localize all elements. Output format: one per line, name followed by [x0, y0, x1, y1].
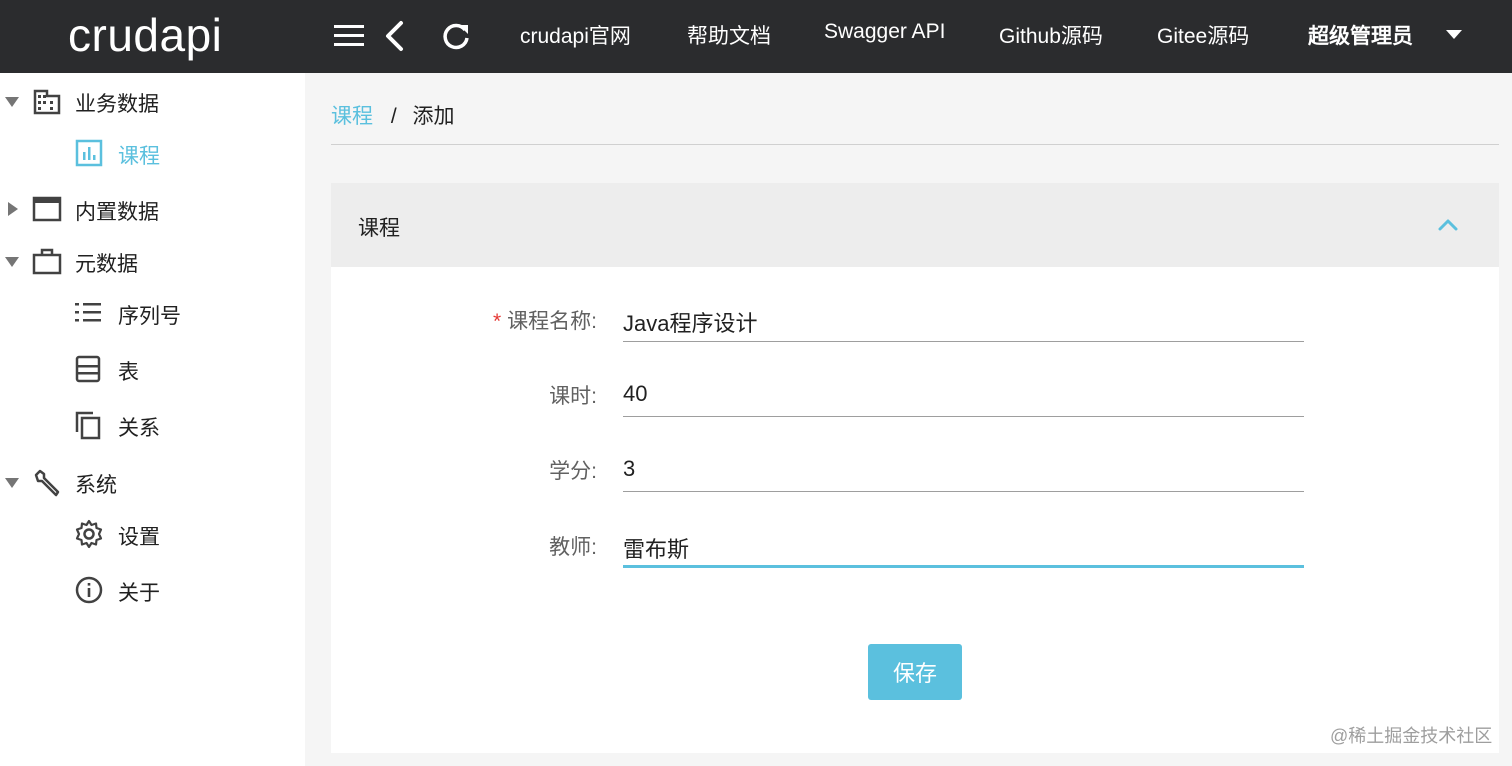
caret-down-icon[interactable]: [1446, 30, 1462, 39]
copy-icon: [74, 410, 104, 440]
sidebar-item-settings[interactable]: 设置: [0, 512, 305, 556]
sidebar-item-label: 关系: [118, 417, 160, 440]
teacher-label: 教师:: [549, 536, 597, 559]
expand-arrow-icon[interactable]: [8, 202, 18, 216]
sidebar-item-label: 序列号: [118, 305, 181, 328]
course-name-value: Java程序设计: [623, 311, 758, 336]
sidebar-group-label: 业务数据: [75, 93, 159, 116]
save-button[interactable]: 保存: [868, 644, 962, 700]
breadcrumb-link-course[interactable]: 课程: [331, 105, 373, 128]
sidebar-group-business-data[interactable]: 业务数据: [0, 79, 305, 123]
sidebar-group-system[interactable]: 系统: [0, 460, 305, 504]
sidebar-group-builtin-data[interactable]: 内置数据: [0, 187, 305, 231]
gear-icon: [74, 519, 104, 549]
hours-input[interactable]: 40: [623, 373, 1304, 417]
sidebar: 业务数据 课程 内置数据 元数据 序列号 表 关系 系统 设置 关于: [0, 73, 305, 766]
briefcase-icon: [32, 246, 62, 276]
credits-label: 学分:: [549, 460, 597, 483]
window-icon: [32, 194, 62, 224]
divider: [331, 144, 1499, 145]
user-menu[interactable]: 超级管理员: [1308, 20, 1413, 50]
breadcrumb-separator: /: [390, 105, 397, 128]
back-icon[interactable]: [372, 14, 416, 58]
sidebar-item-label: 表: [118, 361, 139, 384]
breadcrumb-current: 添加: [412, 105, 455, 128]
form-panel: 课程 * 课程名称: Java程序设计 课时: 40 学分: 3 教师: 雷布斯 …: [331, 183, 1499, 753]
hours-label: 课时:: [549, 385, 597, 408]
table-icon: [74, 354, 104, 384]
chart-icon: [74, 138, 104, 168]
sidebar-item-table[interactable]: 表: [0, 347, 305, 391]
nav-link-swagger[interactable]: Swagger API: [824, 20, 945, 44]
wrench-icon: [32, 467, 62, 497]
list-icon: [74, 298, 104, 328]
credits-value: 3: [623, 456, 636, 481]
watermark: @稀土掘金技术社区: [1330, 726, 1493, 746]
nav-link-github[interactable]: Github源码: [999, 20, 1103, 50]
sidebar-item-label: 关于: [118, 582, 160, 605]
course-name-label: * 课程名称:: [492, 310, 597, 333]
teacher-value: 雷布斯: [623, 537, 690, 562]
sidebar-item-sequence[interactable]: 序列号: [0, 291, 305, 335]
nav-link-docs[interactable]: 帮助文档: [687, 20, 771, 50]
panel-title: 课程: [358, 217, 400, 240]
app-logo[interactable]: crudapi: [68, 8, 222, 62]
required-marker: *: [492, 310, 502, 333]
expand-arrow-icon[interactable]: [5, 97, 19, 107]
top-header: crudapi crudapi官网 帮助文档 Swagger API Githu…: [0, 0, 1512, 73]
sidebar-item-relation[interactable]: 关系: [0, 403, 305, 447]
breadcrumb: 课程 / 添加: [331, 100, 455, 130]
nav-link-official-site[interactable]: crudapi官网: [520, 20, 631, 50]
info-icon: [74, 575, 104, 605]
menu-icon[interactable]: [328, 14, 372, 58]
course-name-input[interactable]: Java程序设计: [623, 298, 1304, 342]
sidebar-item-label: 设置: [118, 526, 160, 549]
building-icon: [32, 86, 62, 116]
expand-arrow-icon[interactable]: [5, 478, 19, 488]
teacher-input[interactable]: 雷布斯: [623, 524, 1304, 568]
credits-input[interactable]: 3: [623, 448, 1304, 492]
sidebar-group-metadata[interactable]: 元数据: [0, 239, 305, 283]
refresh-icon[interactable]: [434, 14, 478, 58]
sidebar-group-label: 内置数据: [75, 201, 159, 224]
panel-header[interactable]: 课程: [331, 183, 1499, 267]
chevron-up-icon[interactable]: [1435, 213, 1461, 237]
expand-arrow-icon[interactable]: [5, 257, 19, 267]
sidebar-item-about[interactable]: 关于: [0, 568, 305, 612]
sidebar-item-course[interactable]: 课程: [0, 131, 305, 175]
nav-link-gitee[interactable]: Gitee源码: [1157, 20, 1249, 50]
sidebar-group-label: 元数据: [75, 253, 138, 276]
sidebar-group-label: 系统: [75, 474, 117, 497]
hours-value: 40: [623, 381, 648, 406]
sidebar-item-label: 课程: [118, 145, 160, 168]
